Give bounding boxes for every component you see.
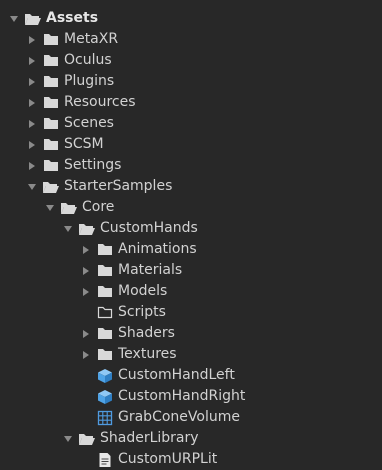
tree-item-settings[interactable]: Settings: [0, 155, 382, 176]
expand-arrow-right-icon[interactable]: [80, 328, 92, 340]
mesh-grid-icon: [96, 410, 114, 426]
expand-arrow-down-icon[interactable]: [26, 181, 38, 193]
expand-arrow-right-icon[interactable]: [26, 118, 38, 130]
tree-item-shaders[interactable]: Shaders: [0, 323, 382, 344]
expand-arrow-right-icon[interactable]: [26, 97, 38, 109]
tree-item-label: Assets: [46, 10, 99, 26]
folder-icon: [42, 116, 60, 132]
tree-item-startersamples[interactable]: StarterSamples: [0, 176, 382, 197]
expand-arrow-right-icon[interactable]: [80, 349, 92, 361]
tree-item-label: MetaXR: [64, 31, 119, 47]
tree-item-label: Plugins: [64, 73, 115, 89]
expand-arrow-right-icon[interactable]: [80, 244, 92, 256]
folder-open-icon: [60, 200, 78, 216]
folder-icon: [42, 137, 60, 153]
expand-arrow-down-icon[interactable]: [62, 223, 74, 235]
tree-item-customhandright[interactable]: CustomHandRight: [0, 386, 382, 407]
tree-item-label: Oculus: [64, 52, 112, 68]
tree-item-label: Settings: [64, 157, 122, 173]
folder-open-icon: [78, 431, 96, 447]
tree-item-resources[interactable]: Resources: [0, 92, 382, 113]
folder-icon: [42, 95, 60, 111]
folder-icon: [96, 242, 114, 258]
expand-arrow-right-icon[interactable]: [26, 34, 38, 46]
tree-item-core[interactable]: Core: [0, 197, 382, 218]
tree-item-customhandleft[interactable]: CustomHandLeft: [0, 365, 382, 386]
tree-item-label: StarterSamples: [64, 178, 173, 194]
tree-item-animations[interactable]: Animations: [0, 239, 382, 260]
tree-item-label: GrabConeVolume: [118, 409, 240, 425]
tree-item-label: CustomHands: [100, 220, 198, 236]
tree-item-assets[interactable]: Assets: [0, 8, 382, 29]
tree-item-customhands[interactable]: CustomHands: [0, 218, 382, 239]
empty-folder-icon: [96, 305, 114, 321]
folder-icon: [96, 326, 114, 342]
expand-arrow-right-icon[interactable]: [26, 139, 38, 151]
tree-item-customurplit[interactable]: CustomURPLit: [0, 449, 382, 470]
tree-item-label: Scenes: [64, 115, 114, 131]
expand-arrow-right-icon[interactable]: [26, 76, 38, 88]
tree-item-oculus[interactable]: Oculus: [0, 50, 382, 71]
folder-icon: [96, 263, 114, 279]
folder-icon: [96, 284, 114, 300]
folder-open-icon: [78, 221, 96, 237]
tree-item-models[interactable]: Models: [0, 281, 382, 302]
tree-item-label: SCSM: [64, 136, 104, 152]
tree-item-label: Resources: [64, 94, 136, 110]
expand-arrow-right-icon[interactable]: [26, 55, 38, 67]
folder-icon: [42, 53, 60, 69]
tree-item-grabconevolume[interactable]: GrabConeVolume: [0, 407, 382, 428]
expand-arrow-right-icon[interactable]: [26, 160, 38, 172]
tree-item-materials[interactable]: Materials: [0, 260, 382, 281]
tree-item-textures[interactable]: Textures: [0, 344, 382, 365]
tree-item-scsm[interactable]: SCSM: [0, 134, 382, 155]
project-hierarchy-panel: Assets MetaXR Oculus Plugins Resources S…: [0, 0, 382, 470]
tree-item-label: Core: [82, 199, 115, 215]
expand-arrow-right-icon[interactable]: [80, 265, 92, 277]
expand-arrow-down-icon[interactable]: [44, 202, 56, 214]
folder-open-icon: [24, 11, 42, 27]
tree-item-label: Models: [118, 283, 168, 299]
tree-item-metaxr[interactable]: MetaXR: [0, 29, 382, 50]
tree-item-label: Scripts: [118, 304, 166, 320]
tree-item-label: CustomHandRight: [118, 388, 246, 404]
prefab-cube-icon: [96, 368, 114, 384]
tree-item-label: Animations: [118, 241, 197, 257]
prefab-cube-icon: [96, 389, 114, 405]
tree-item-scenes[interactable]: Scenes: [0, 113, 382, 134]
tree-item-label: ShaderLibrary: [100, 430, 199, 446]
expand-arrow-right-icon[interactable]: [80, 286, 92, 298]
shader-document-icon: [96, 452, 114, 468]
tree-item-plugins[interactable]: Plugins: [0, 71, 382, 92]
expand-arrow-down-icon[interactable]: [8, 13, 20, 25]
tree-item-scripts[interactable]: Scripts: [0, 302, 382, 323]
folder-icon: [42, 74, 60, 90]
tree-item-label: CustomURPLit: [118, 451, 218, 467]
tree-item-label: CustomHandLeft: [118, 367, 235, 383]
folder-icon: [42, 158, 60, 174]
tree-item-shaderlibrary[interactable]: ShaderLibrary: [0, 428, 382, 449]
folder-icon: [42, 32, 60, 48]
tree-item-label: Shaders: [118, 325, 175, 341]
folder-icon: [96, 347, 114, 363]
expand-arrow-down-icon[interactable]: [62, 433, 74, 445]
tree-item-label: Textures: [118, 346, 177, 362]
tree-item-label: Materials: [118, 262, 183, 278]
folder-open-icon: [42, 179, 60, 195]
